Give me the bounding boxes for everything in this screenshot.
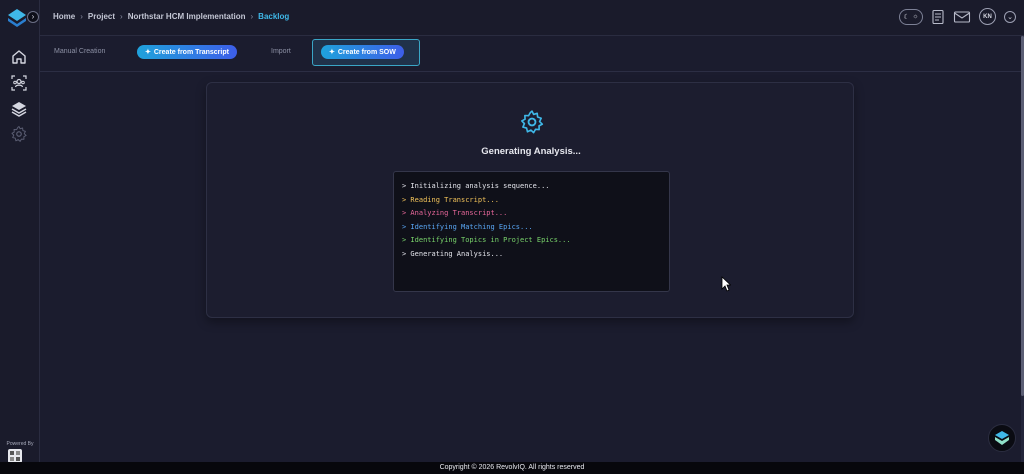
assistant-chat-button[interactable] <box>988 424 1016 452</box>
mail-icon[interactable] <box>953 9 971 25</box>
sun-icon: ☼ <box>912 13 919 20</box>
top-actions: ☾ ☼ KN ⌄ <box>899 8 1016 25</box>
analysis-log-console: > Initializing analysis sequence... > Rea… <box>393 171 670 292</box>
breadcrumb-project-name[interactable]: Northstar HCM Implementation <box>128 12 246 21</box>
breadcrumb-separator: › <box>80 12 83 21</box>
breadcrumb-separator: › <box>120 12 123 21</box>
sparkle-icon: ✦ <box>145 49 151 56</box>
creation-tabs: Manual Creation ✦ Create from Transcript… <box>40 36 1022 72</box>
log-line: > Analyzing Transcript... <box>402 209 508 217</box>
tab-label: Create from SOW <box>337 48 396 56</box>
log-line: > Identifying Topics in Project Epics... <box>402 236 571 244</box>
tab-create-from-sow[interactable]: ✦ Create from SOW <box>321 45 404 59</box>
analysis-title: Generating Analysis... <box>481 146 581 157</box>
log-line: > Generating Analysis... <box>402 249 504 258</box>
tab-label: Create from Transcript <box>153 48 229 56</box>
tab-import[interactable]: Import <box>271 48 291 55</box>
sidebar-expand-button[interactable]: › <box>27 11 39 23</box>
breadcrumb: Home › Project › Northstar HCM Implement… <box>53 12 289 21</box>
log-line: > Reading Transcript... <box>402 195 499 204</box>
mouse-cursor-icon <box>721 276 731 292</box>
breadcrumb-project[interactable]: Project <box>88 12 115 21</box>
powered-by-logo <box>8 449 22 463</box>
tab-manual-creation[interactable]: Manual Creation <box>54 48 105 55</box>
assistant-icon <box>995 431 1009 445</box>
chevron-down-icon[interactable]: ⌄ <box>1004 10 1016 23</box>
tab-create-from-transcript[interactable]: ✦ Create from Transcript <box>137 45 237 59</box>
theme-toggle[interactable]: ☾ ☼ <box>899 8 923 25</box>
sparkle-icon: ✦ <box>329 49 335 56</box>
layers-icon[interactable] <box>10 100 28 118</box>
breadcrumb-home[interactable]: Home <box>53 12 75 21</box>
sidebar: › Powered By <box>0 0 40 463</box>
powered-by-label: Powered By <box>6 441 34 447</box>
top-bar: Home › Project › Northstar HCM Implement… <box>40 0 1024 36</box>
breadcrumb-separator: › <box>250 12 254 21</box>
breadcrumb-current: Backlog <box>258 12 290 21</box>
avatar[interactable]: KN <box>979 8 996 25</box>
home-icon[interactable] <box>10 48 28 66</box>
log-line: > Identifying Matching Epics... <box>402 222 533 231</box>
team-icon[interactable] <box>10 74 28 92</box>
analysis-card: Generating Analysis... > Initializing an… <box>206 82 854 318</box>
settings-gear-icon[interactable] <box>10 125 28 143</box>
footer-copyright: Copyright © 2026 RevolvIQ. All rights re… <box>0 462 1024 474</box>
log-line: > Initializing analysis sequence... <box>402 182 550 190</box>
document-icon[interactable] <box>931 9 945 25</box>
logo-icon[interactable] <box>7 8 27 28</box>
gear-icon <box>521 110 544 134</box>
moon-icon: ☾ <box>903 13 910 21</box>
